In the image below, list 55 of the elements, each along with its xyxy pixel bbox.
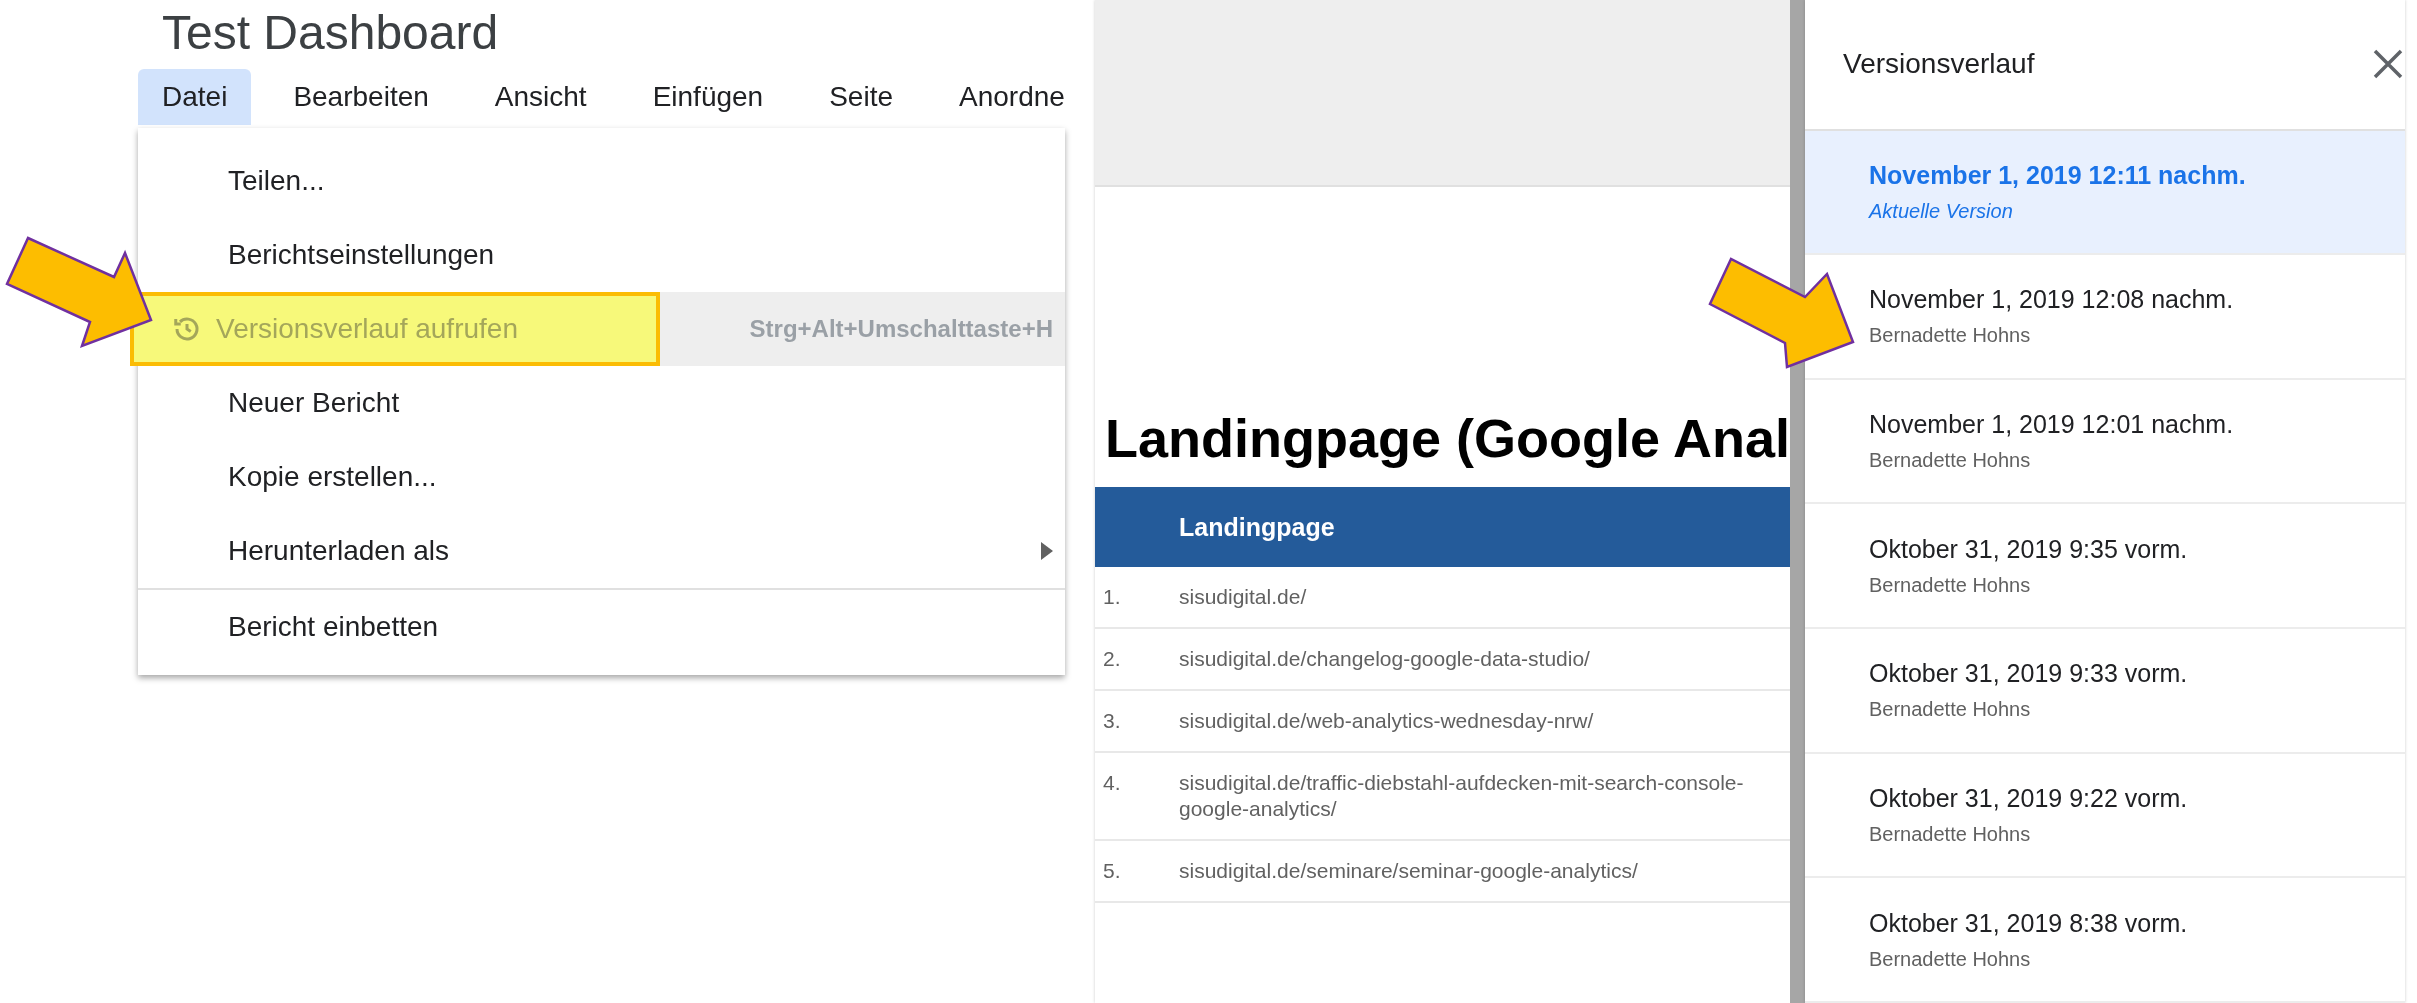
menu-item[interactable]: Neuer Bericht	[138, 366, 1065, 440]
table-cell-text: sisudigital.de/	[1179, 584, 1308, 610]
version-author: Aktuelle Version	[1869, 199, 2014, 223]
menu-tab[interactable]: Seite	[805, 69, 917, 125]
menu-item[interactable]: Kopie erstellen...	[138, 440, 1065, 514]
table-cell-text: sisudigital.de/web-analytics-wednesday-nrw/	[1179, 708, 1595, 734]
table-cell-text: sisudigital.de/seminare/seminar-google-analytics/	[1179, 858, 1639, 884]
menu-tab[interactable]: Bearbeiten	[269, 69, 453, 125]
version-date: Oktober 31, 2019 9:33 vorm.	[1869, 659, 2189, 689]
row-number: 1.	[1102, 584, 1122, 610]
row-number: 4.	[1102, 770, 1122, 796]
menu-item-label: Versionsverlauf aufrufen	[216, 313, 518, 345]
menu-item-label: Bericht einbetten	[228, 611, 439, 643]
version-item[interactable]: November 1, 2019 12:11 nachm. Aktuelle Version	[1805, 130, 2405, 256]
chart-title: Landingpage (Google Anal	[1104, 407, 1790, 470]
version-item[interactable]: Oktober 31, 2019 8:38 vorm. Bernadette Hohns	[1805, 878, 2405, 1003]
version-date: Oktober 31, 2019 9:35 vorm.	[1869, 534, 2189, 564]
version-item[interactable]: Oktober 31, 2019 9:35 vorm. Bernadette Hohns	[1805, 504, 2405, 630]
menu-item[interactable]: Teilen...	[138, 144, 1065, 218]
version-date: Oktober 31, 2019 8:38 vorm.	[1869, 908, 2189, 938]
version-date: November 1, 2019 12:11 nachm.	[1869, 160, 2247, 190]
column-header: Landingpage	[1179, 512, 1335, 542]
version-item[interactable]: November 1, 2019 12:01 nachm. Bernadette Hohns	[1805, 379, 2405, 505]
menu-item-label: Herunterladen als	[228, 535, 450, 567]
row-number: 2.	[1102, 646, 1122, 672]
version-item[interactable]: November 1, 2019 12:08 nachm. Bernadette Hohns	[1805, 255, 2405, 380]
version-date: Oktober 31, 2019 9:22 vorm.	[1869, 784, 2189, 814]
shortcut-text: Strg+Alt+Umschalttaste+H	[749, 315, 1053, 343]
menu-item-label: Teilen...	[228, 165, 325, 197]
version-item[interactable]: Oktober 31, 2019 9:22 vorm. Bernadette Hohns	[1805, 753, 2405, 879]
report-title: Test Dashboard	[161, 5, 499, 61]
table-cell-text: sisudigital.de/traffic-diebstahl-aufdecken-mit-search-console-google-analytics/	[1179, 770, 1745, 822]
menu-item[interactable]: Herunterladen als	[138, 514, 1065, 588]
menu-tab[interactable]: Datei	[138, 69, 252, 125]
menu-tab[interactable]: Ansicht	[470, 69, 611, 125]
version-date: November 1, 2019 12:01 nachm.	[1869, 410, 2235, 440]
version-author: Bernadette Hohns	[1869, 573, 2032, 597]
version-author: Bernadette Hohns	[1869, 324, 2032, 348]
menu-item[interactable]: Berichtseinstellungen	[138, 218, 1065, 292]
menu-item-label: Kopie erstellen...	[228, 461, 437, 493]
menu-item[interactable]: Bericht einbetten	[138, 588, 1065, 664]
row-number: 5.	[1102, 858, 1122, 884]
menu-tab[interactable]: Einfügen	[628, 69, 788, 125]
row-number: 3.	[1102, 708, 1122, 734]
version-item[interactable]: Oktober 31, 2019 9:33 vorm. Bernadette Hohns	[1805, 629, 2405, 754]
version-author: Bernadette Hohns	[1869, 823, 2032, 847]
menu-tab[interactable]: Anordne	[935, 69, 1089, 125]
version-date: November 1, 2019 12:08 nachm.	[1869, 285, 2235, 315]
version-author: Bernadette Hohns	[1869, 449, 2032, 473]
menu-item-label: Neuer Bericht	[228, 387, 400, 419]
table-cell-text: sisudigital.de/changelog-google-data-studio/	[1179, 646, 1591, 672]
menu-item-label: Berichtseinstellungen	[228, 239, 495, 271]
version-author: Bernadette Hohns	[1869, 947, 2032, 971]
panel-title: Versionsverlauf	[1843, 48, 2035, 81]
version-author: Bernadette Hohns	[1869, 698, 2032, 722]
